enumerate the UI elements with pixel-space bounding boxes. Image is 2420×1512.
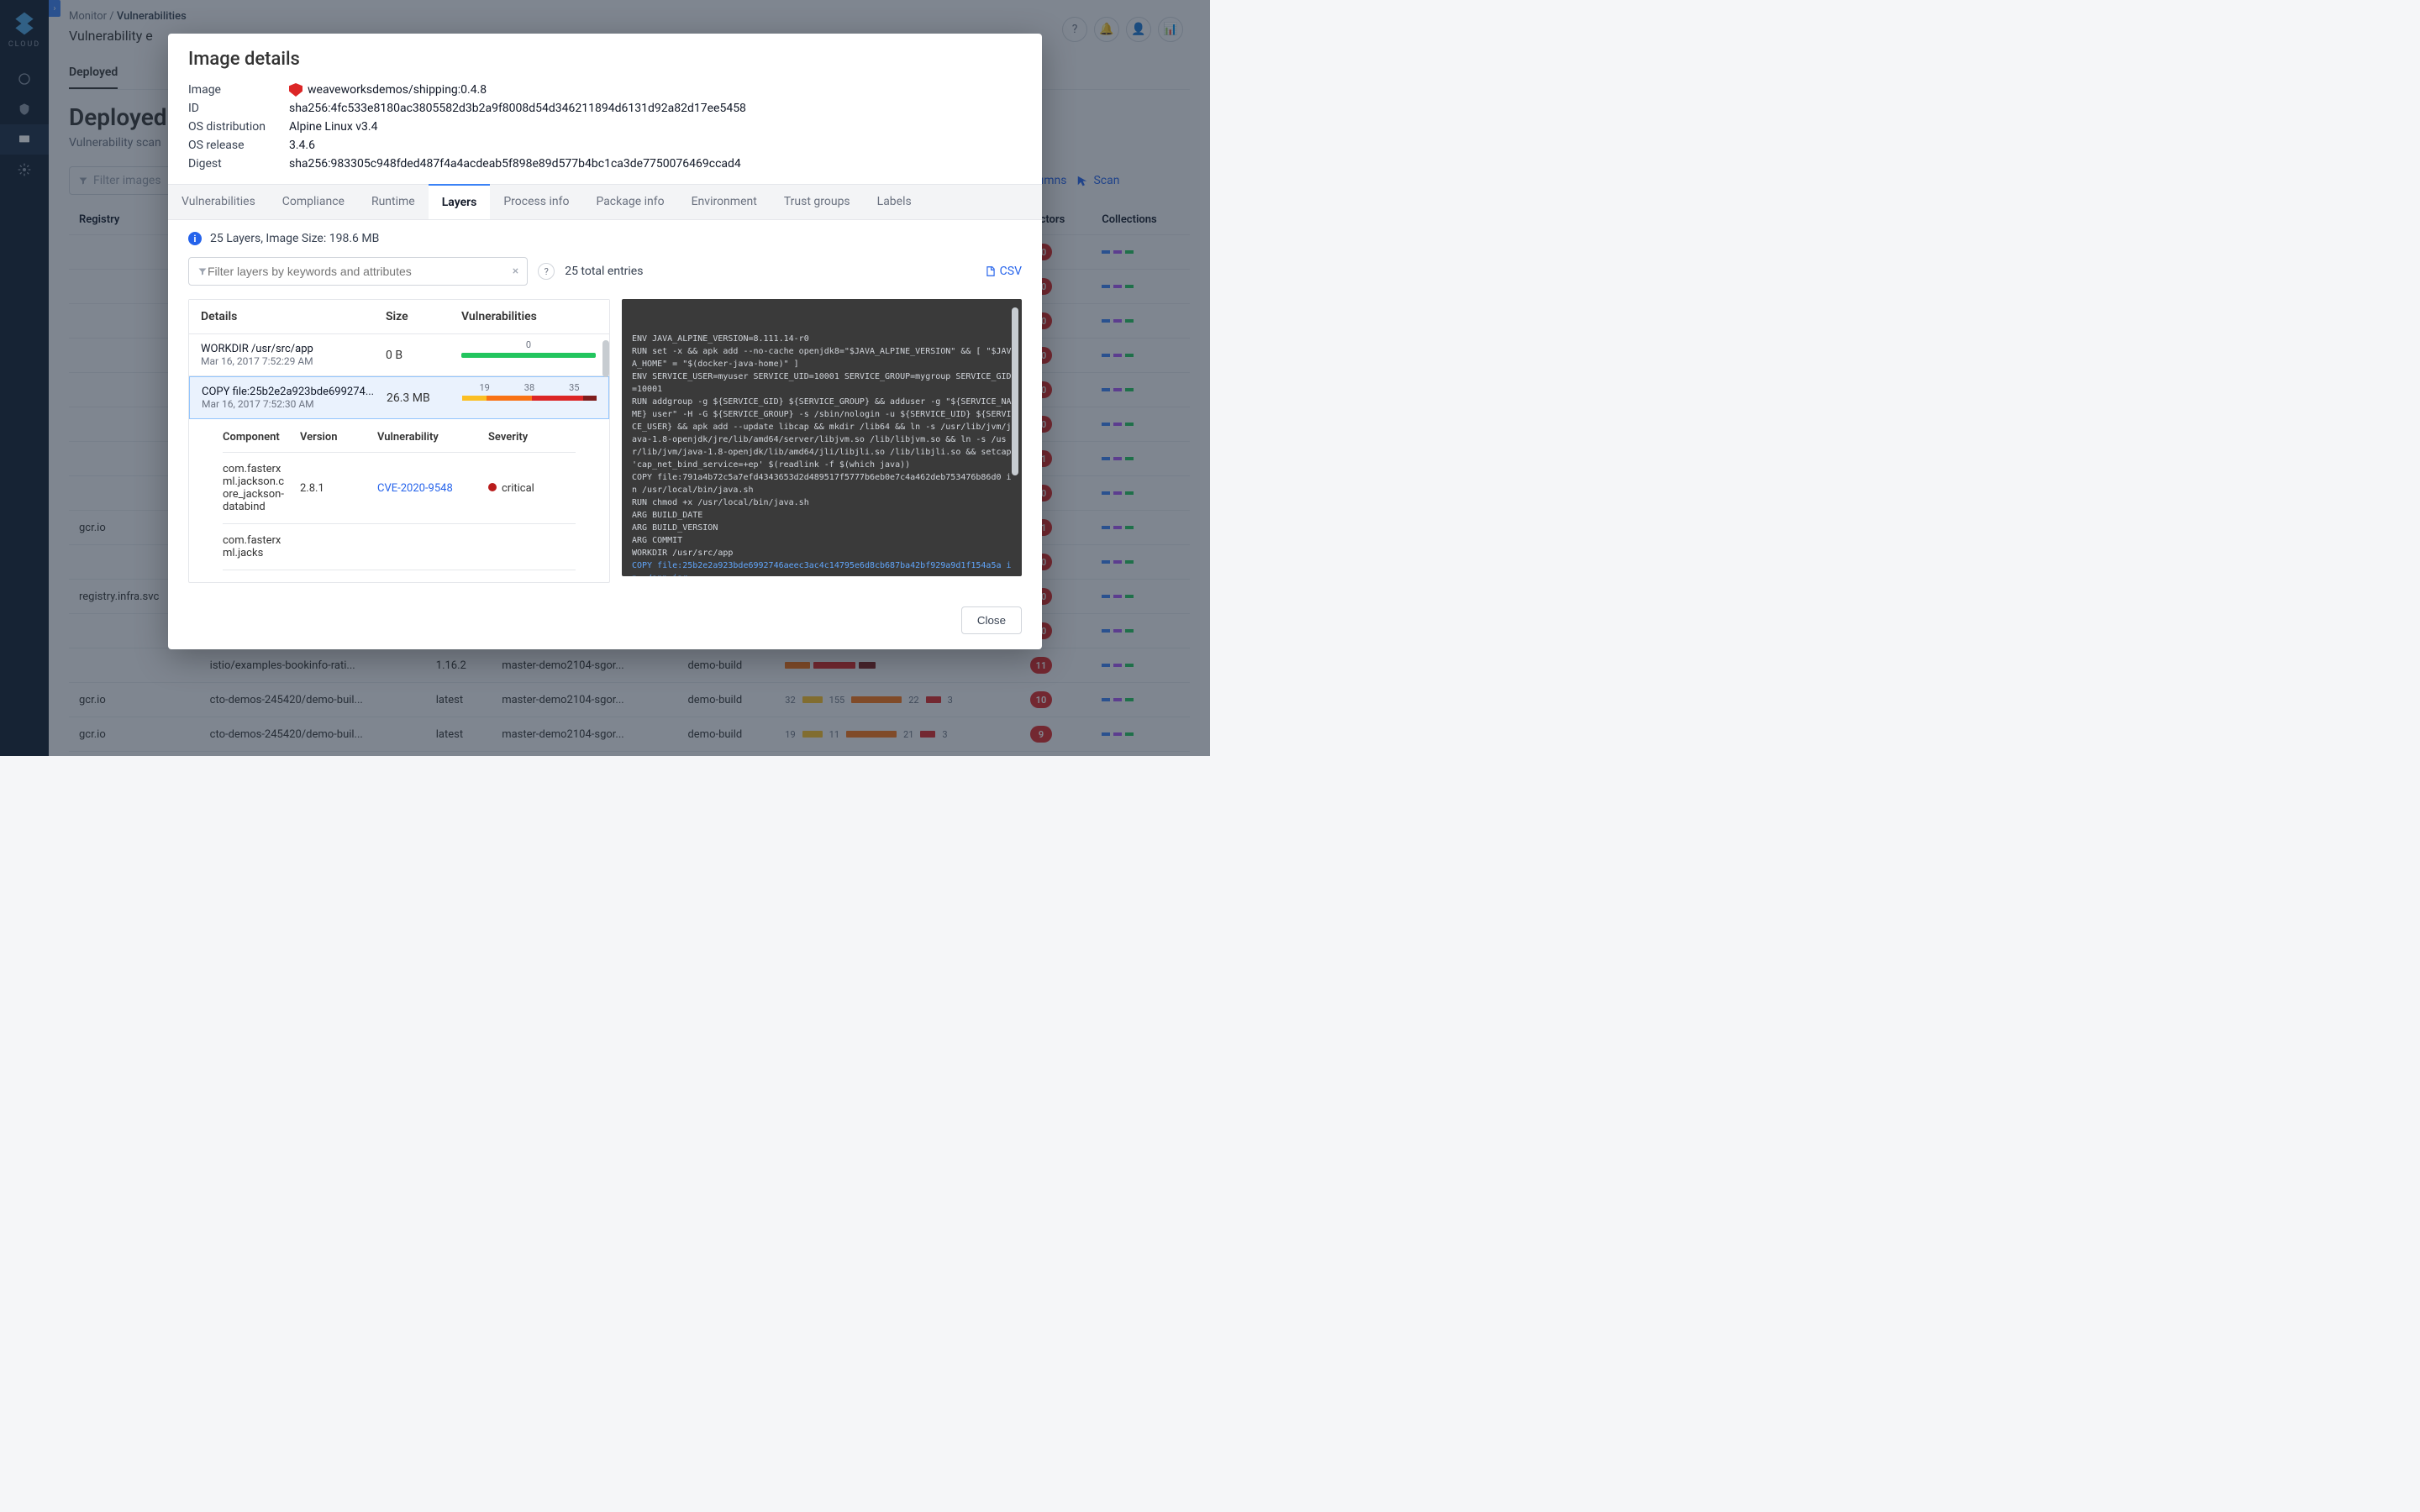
os-release: 3.4.6 (289, 139, 1022, 152)
tab-layers[interactable]: Layers (429, 184, 491, 219)
dockerfile-viewer: ENV JAVA_ALPINE_VERSION=8.111.14-r0 RUN … (622, 299, 1022, 576)
tab-labels[interactable]: Labels (864, 185, 925, 219)
filter-layers-input[interactable]: × (188, 257, 528, 286)
image-details-modal: Image details Image weaveworksdemos/ship… (168, 34, 1042, 649)
image-name: weaveworksdemos/shipping:0.4.8 (308, 83, 487, 97)
tab-runtime[interactable]: Runtime (358, 185, 429, 219)
entries-count: 25 total entries (565, 265, 643, 278)
col-size: Size (386, 310, 461, 323)
component-table: Component Version Vulnerability Severity… (189, 419, 609, 582)
tab-trust-groups[interactable]: Trust groups (771, 185, 864, 219)
tab-environment[interactable]: Environment (678, 185, 771, 219)
layer-row-selected[interactable]: COPY file:25b2e2a923bde699274... Mar 16,… (189, 376, 609, 419)
info-icon: i (188, 232, 202, 245)
highlighted-layer: COPY file:25b2e2a923bde6992746aeec3ac4c1… (632, 559, 1012, 576)
vuln-bar: 0 (461, 353, 596, 358)
tab-package-info[interactable]: Package info (582, 185, 677, 219)
vuln-bar: 19 38 35 (462, 396, 597, 401)
tab-vulnerabilities[interactable]: Vulnerabilities (168, 185, 269, 219)
col-details: Details (201, 310, 386, 323)
clear-icon[interactable]: × (513, 265, 518, 278)
modal-title: Image details (188, 49, 1022, 70)
col-vulnerabilities: Vulnerabilities (461, 310, 597, 323)
image-id: sha256:4fc533e8180ac3805582d3b2a9f8008d5… (289, 102, 1022, 115)
component-row[interactable]: com.fasterxml.jacks (223, 524, 576, 570)
layers-info: 25 Layers, Image Size: 198.6 MB (210, 232, 379, 245)
filter-icon (197, 266, 208, 276)
severity-dot (488, 483, 497, 491)
cve-link[interactable]: CVE-2020-9548 (377, 482, 478, 495)
modal-overlay: Image details Image weaveworksdemos/ship… (0, 0, 1210, 756)
layer-row[interactable]: WORKDIR /usr/src/app Mar 16, 2017 7:52:2… (189, 334, 609, 376)
tab-compliance[interactable]: Compliance (269, 185, 358, 219)
csv-export[interactable]: CSV (985, 265, 1022, 278)
tab-process-info[interactable]: Process info (490, 185, 582, 219)
digest: sha256:983305c948fded487f4a4acdeab5f898e… (289, 157, 1022, 171)
modal-tabs: VulnerabilitiesComplianceRuntimeLayersPr… (168, 184, 1042, 220)
shield-icon (289, 83, 302, 97)
component-row[interactable]: com.fasterxml.jackson.core_jackson-datab… (223, 453, 576, 524)
close-button[interactable]: Close (961, 606, 1022, 634)
os-distribution: Alpine Linux v3.4 (289, 120, 1022, 134)
layers-list: Details Size Vulnerabilities WORKDIR /us… (188, 299, 610, 583)
help-icon[interactable]: ? (538, 263, 555, 280)
export-icon (985, 265, 997, 277)
